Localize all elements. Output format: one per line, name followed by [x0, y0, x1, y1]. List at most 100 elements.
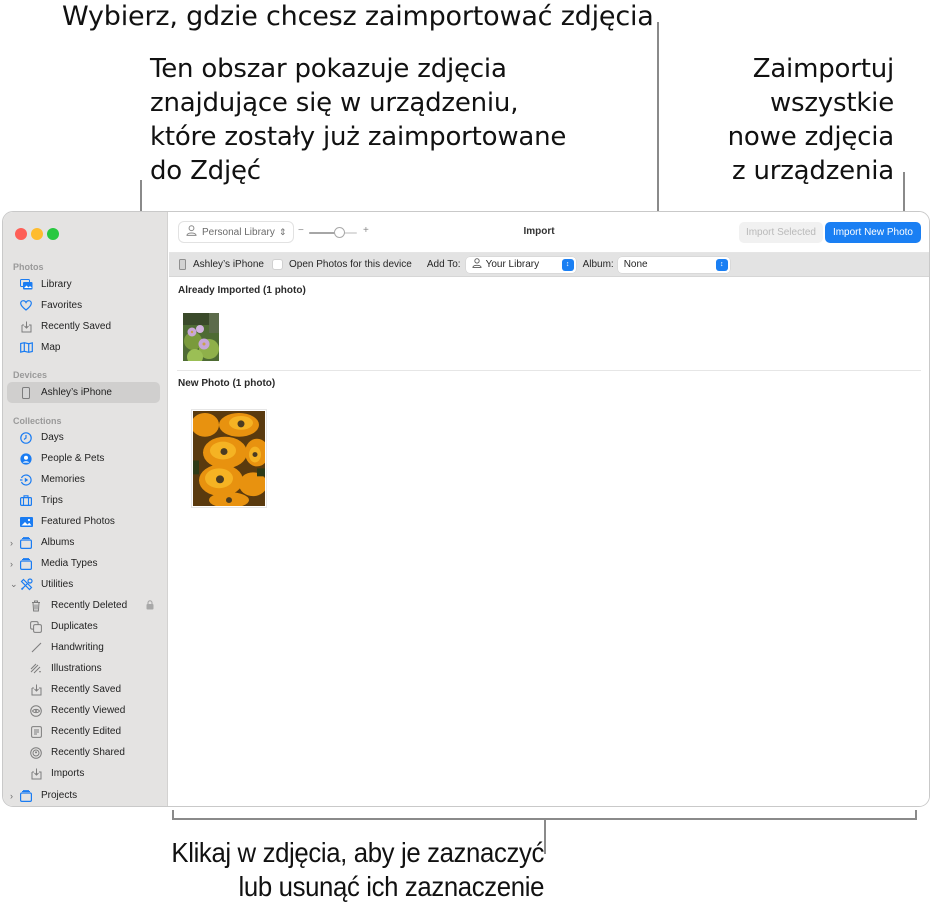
popup-arrows-icon: ↕	[561, 258, 574, 271]
add-to-value: Your Library	[485, 259, 540, 270]
chevron-right-icon[interactable]: ›	[10, 538, 13, 548]
sidebar-item-illustrations[interactable]: Illustrations	[7, 658, 160, 679]
sidebar-item-handwriting[interactable]: Handwriting	[7, 637, 160, 658]
folder-stack-icon	[19, 557, 33, 571]
sidebar-item-recently-edited[interactable]: Recently Edited	[7, 721, 160, 742]
callout-import-all: Zaimportuj wszystkie nowe zdjęcia z urzą…	[727, 54, 895, 186]
toolbar: Personal Library ⇕ − + Import Import Sel…	[169, 212, 929, 253]
eye-icon	[29, 704, 43, 718]
chevron-right-icon[interactable]: ›	[10, 791, 13, 801]
sidebar-item-label: Recently Saved	[41, 321, 112, 332]
sidebar-item-label: Recently Edited	[51, 726, 122, 737]
person-circle-icon	[19, 452, 33, 466]
callout-line-bottom	[544, 818, 546, 854]
folder-stack-icon	[19, 789, 33, 803]
close-window-button[interactable]	[15, 228, 27, 240]
sidebar-section-devices: Devices	[13, 370, 48, 380]
lock-icon	[146, 599, 154, 612]
album-value: None	[623, 259, 648, 270]
sidebar-item-label: Days	[41, 432, 64, 443]
map-icon	[19, 341, 33, 355]
new-photo-thumbnail[interactable]	[191, 409, 267, 508]
tray-download-icon	[29, 767, 43, 781]
sidebar-item-label: Recently Deleted	[51, 600, 128, 611]
sidebar-item-featured-photos[interactable]: Featured Photos	[7, 511, 160, 532]
sidebar-item-label: Featured Photos	[41, 516, 115, 527]
sidebar-item-days[interactable]: Days	[7, 427, 160, 448]
sidebar-item-label: Map	[41, 342, 61, 353]
sidebar-item-label: Recently Saved	[51, 684, 122, 695]
new-photo-title: New Photo (1 photo)	[178, 378, 276, 389]
album-popup[interactable]: None ↕	[617, 256, 730, 273]
sidebar-section-collections: Collections	[13, 416, 62, 426]
iphone-icon	[19, 386, 33, 400]
tools-icon	[19, 578, 33, 592]
sidebar-item-label: Library	[41, 279, 72, 290]
callout-click-to-select: Klikaj w zdjęcia, aby je zaznaczyć lub u…	[171, 837, 544, 902]
callout-already-imported: Ten obszar pokazuje zdjęcia znajdujące s…	[150, 54, 567, 186]
sidebar-item-utilities-recently-saved[interactable]: Recently Saved	[7, 679, 160, 700]
popup-arrows-icon: ↕	[715, 258, 728, 271]
device-bar: Ashley’s iPhone Open Photos for this dev…	[169, 253, 929, 277]
sidebar-item-label: Imports	[51, 768, 85, 779]
illustration-icon	[29, 662, 43, 676]
sidebar-item-label: Handwriting	[51, 642, 104, 653]
sidebar-item-map[interactable]: Map	[7, 337, 160, 358]
folder-stack-icon	[19, 536, 33, 550]
sidebar-item-imports[interactable]: Imports	[7, 763, 160, 784]
sidebar-item-recently-deleted[interactable]: Recently Deleted	[7, 595, 160, 616]
sidebar-item-library[interactable]: Library	[7, 274, 160, 295]
add-to-popup[interactable]: Your Library ↕	[465, 256, 576, 273]
iphone-icon	[179, 259, 186, 270]
sidebar-item-label: Duplicates	[51, 621, 98, 632]
sidebar-item-label: Projects	[41, 790, 78, 801]
sidebar-item-recently-viewed[interactable]: Recently Viewed	[7, 700, 160, 721]
heart-icon	[19, 299, 33, 313]
person-icon	[466, 258, 482, 271]
sidebar-item-label: Albums	[41, 537, 75, 548]
open-photos-label[interactable]: Open Photos for this device	[289, 259, 412, 270]
photo-icon	[19, 515, 33, 529]
sidebar-item-memories[interactable]: Memories	[7, 469, 160, 490]
photos-import-window: Photos Library Favorites Recently Saved …	[2, 211, 930, 807]
open-photos-checkbox[interactable]	[271, 259, 283, 270]
clock-icon	[19, 431, 33, 445]
sidebar-item-label: Recently Viewed	[51, 705, 126, 716]
suitcase-icon	[19, 494, 33, 508]
sidebar-item-duplicates[interactable]: Duplicates	[7, 616, 160, 637]
sidebar-item-favorites[interactable]: Favorites	[7, 295, 160, 316]
library-icon	[19, 278, 33, 292]
bracket-bottom-right-tick	[915, 810, 917, 820]
zoom-window-button[interactable]	[47, 228, 59, 240]
sidebar: Photos Library Favorites Recently Saved …	[3, 212, 168, 806]
chevron-right-icon[interactable]: ›	[10, 559, 13, 569]
already-imported-photo-thumbnail[interactable]	[183, 313, 219, 361]
album-label: Album:	[582, 259, 614, 270]
memories-play-icon	[19, 473, 33, 487]
shared-icon	[29, 746, 43, 760]
sidebar-item-people-pets[interactable]: People & Pets	[7, 448, 160, 469]
duplicate-icon	[29, 620, 43, 634]
callout-choose-destination: Wybierz, gdzie chcesz zaimportować zdjęc…	[62, 1, 654, 32]
sidebar-item-label: Ashley’s iPhone	[41, 387, 112, 398]
sidebar-item-recently-shared[interactable]: Recently Shared	[7, 742, 160, 763]
tray-download-icon	[19, 320, 33, 334]
sidebar-item-label: Memories	[41, 474, 85, 485]
sidebar-item-projects[interactable]: › Projects	[7, 785, 160, 806]
import-content-area: Already Imported (1 photo) New Photo (1 …	[169, 278, 929, 806]
add-to-label: Add To:	[426, 259, 461, 270]
bracket-bottom-left-tick	[172, 810, 174, 820]
sidebar-item-label: Trips	[41, 495, 63, 506]
sidebar-item-recently-saved[interactable]: Recently Saved	[7, 316, 160, 337]
minimize-window-button[interactable]	[31, 228, 43, 240]
sidebar-item-utilities[interactable]: ⌄ Utilities	[7, 574, 160, 595]
sidebar-item-albums[interactable]: › Albums	[7, 532, 160, 553]
tray-download-icon	[29, 683, 43, 697]
sidebar-item-trips[interactable]: Trips	[7, 490, 160, 511]
sidebar-item-media-types[interactable]: › Media Types	[7, 553, 160, 574]
import-selected-button[interactable]: Import Selected	[738, 222, 823, 243]
import-new-photo-button[interactable]: Import New Photo	[824, 222, 921, 243]
sidebar-item-ashleys-iphone[interactable]: Ashley’s iPhone	[7, 382, 160, 403]
chevron-down-icon[interactable]: ⌄	[10, 579, 18, 590]
sidebar-item-label: Utilities	[41, 579, 74, 590]
